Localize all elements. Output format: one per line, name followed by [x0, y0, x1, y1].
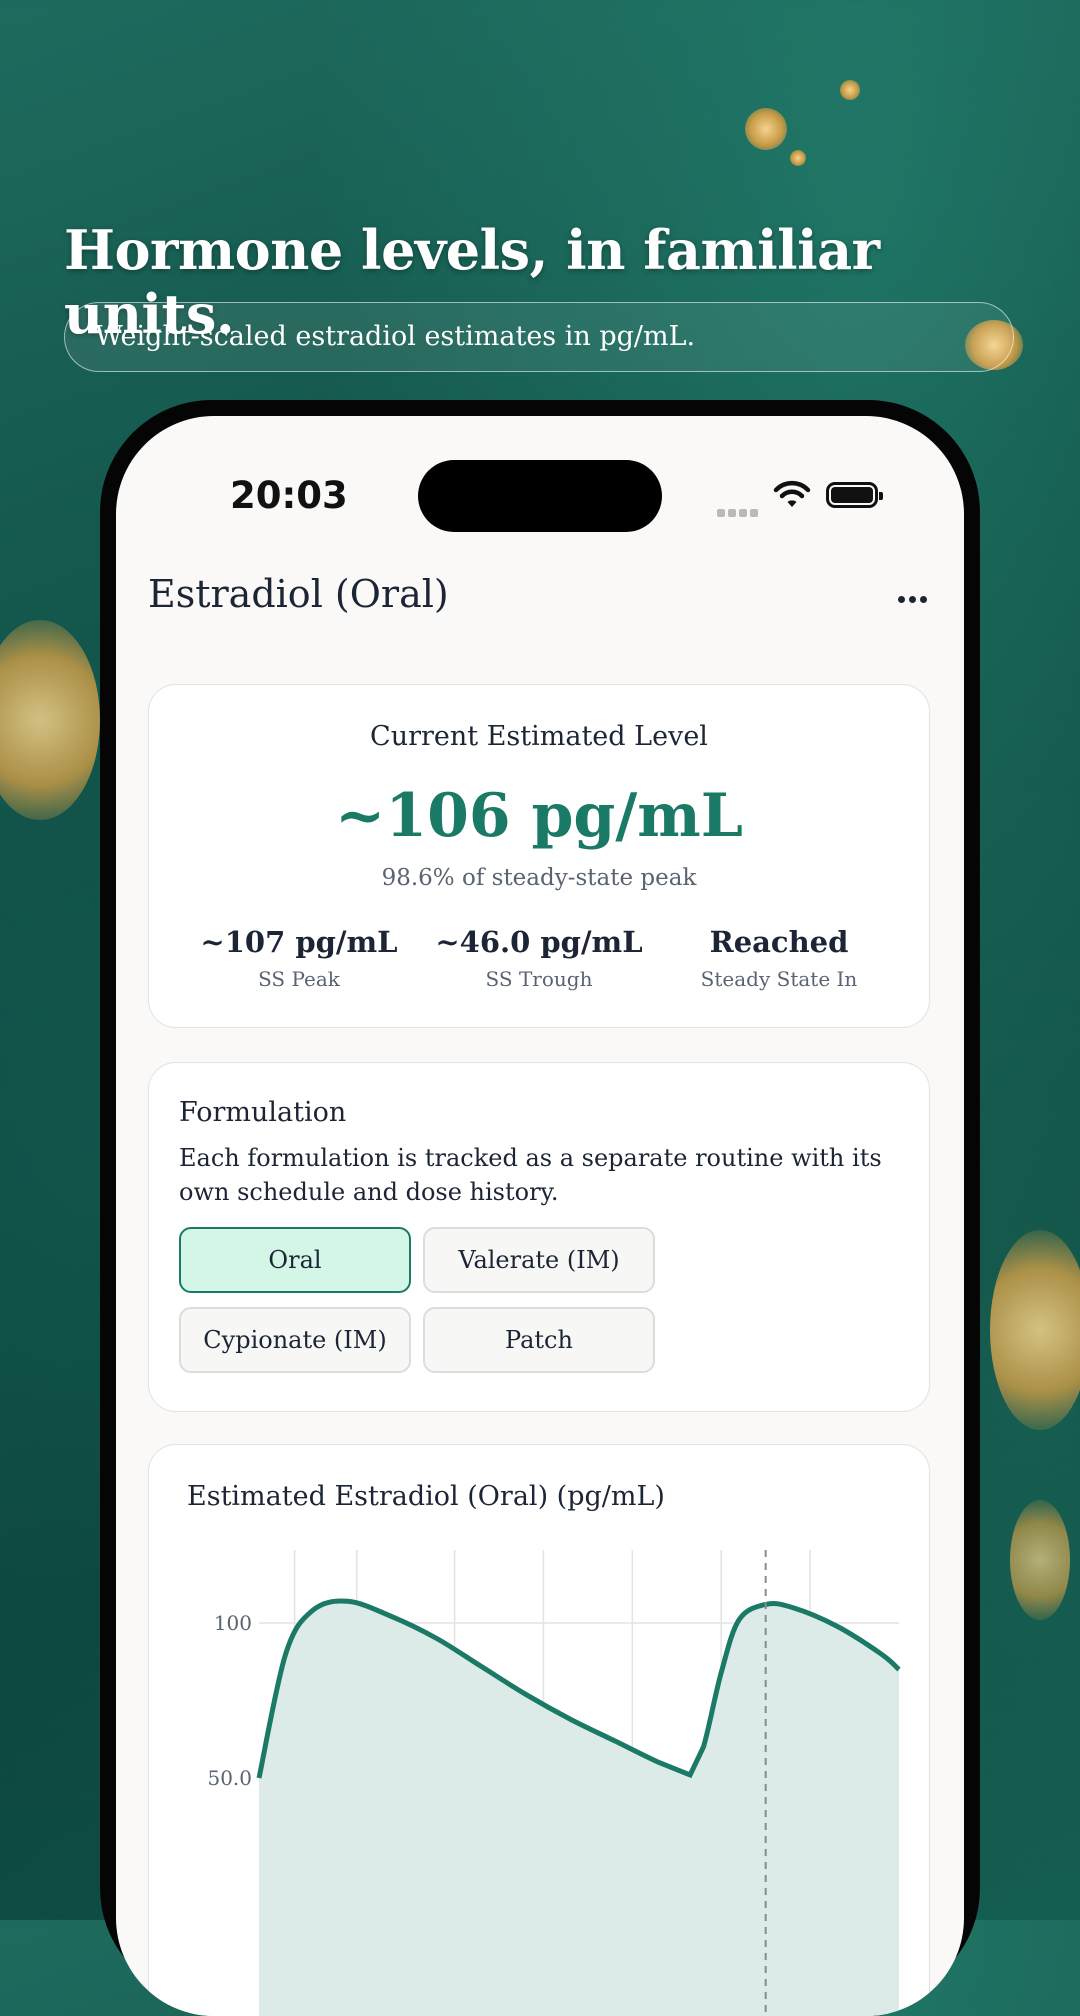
- estradiol-chart-card: Estimated Estradiol (Oral) (pg/mL) 100 5…: [148, 1444, 930, 2016]
- status-time: 20:03: [230, 474, 348, 517]
- stat-ss-peak: ~107 pg/mL SS Peak: [179, 925, 419, 991]
- y-tick-label: 50.0: [207, 1766, 252, 1790]
- gold-fleck: [840, 80, 860, 100]
- gold-fleck: [990, 1230, 1080, 1430]
- stat-value: Reached: [709, 925, 849, 959]
- subheadline-pill: Weight-scaled estradiol estimates in pg/…: [64, 302, 1014, 372]
- current-level-subtext: 98.6% of steady-state peak: [381, 865, 697, 891]
- formulation-option-patch[interactable]: Patch: [423, 1307, 655, 1373]
- y-tick-label: 100: [214, 1611, 252, 1635]
- formulation-card: Formulation Each formulation is tracked …: [148, 1062, 930, 1412]
- nav-title: Estradiol (Oral): [148, 572, 449, 616]
- stat-value: ~107 pg/mL: [200, 925, 398, 959]
- chart-area-fill: [259, 1601, 899, 2016]
- formulation-option-oral[interactable]: Oral: [179, 1227, 411, 1293]
- battery-icon: [826, 482, 883, 508]
- wifi-icon: [773, 480, 811, 507]
- formulation-description: Each formulation is tracked as a separat…: [179, 1144, 882, 1206]
- stat-label: SS Peak: [258, 967, 340, 991]
- formulation-title: Formulation: [179, 1097, 347, 1128]
- current-level-value: ~106 pg/mL: [335, 781, 743, 851]
- current-level-label: Current Estimated Level: [370, 721, 708, 752]
- formulation-option-cypionate[interactable]: Cypionate (IM): [179, 1307, 411, 1373]
- stat-label: Steady State In: [700, 967, 858, 991]
- cellular-signal-icon: [717, 502, 761, 521]
- gold-fleck: [0, 620, 100, 820]
- ellipsis-icon[interactable]: [898, 588, 931, 607]
- stat-label: SS Trough: [485, 967, 593, 991]
- current-level-card: Current Estimated Level ~106 pg/mL 98.6%…: [148, 684, 930, 1028]
- estradiol-chart: 100 50.0: [207, 1550, 901, 2016]
- phone-frame: 20:03 Estradiol (Oral) Current Estimated…: [100, 400, 980, 2016]
- gold-fleck: [1010, 1500, 1070, 1620]
- stat-ss-trough: ~46.0 pg/mL SS Trough: [419, 925, 659, 991]
- phone-screen: 20:03 Estradiol (Oral) Current Estimated…: [116, 416, 964, 2016]
- gold-fleck: [790, 150, 806, 166]
- gold-fleck: [745, 108, 787, 150]
- stat-value: ~46.0 pg/mL: [435, 925, 643, 959]
- formulation-option-valerate[interactable]: Valerate (IM): [423, 1227, 655, 1293]
- stat-steady-state: Reached Steady State In: [659, 925, 899, 991]
- dynamic-island: [418, 460, 662, 532]
